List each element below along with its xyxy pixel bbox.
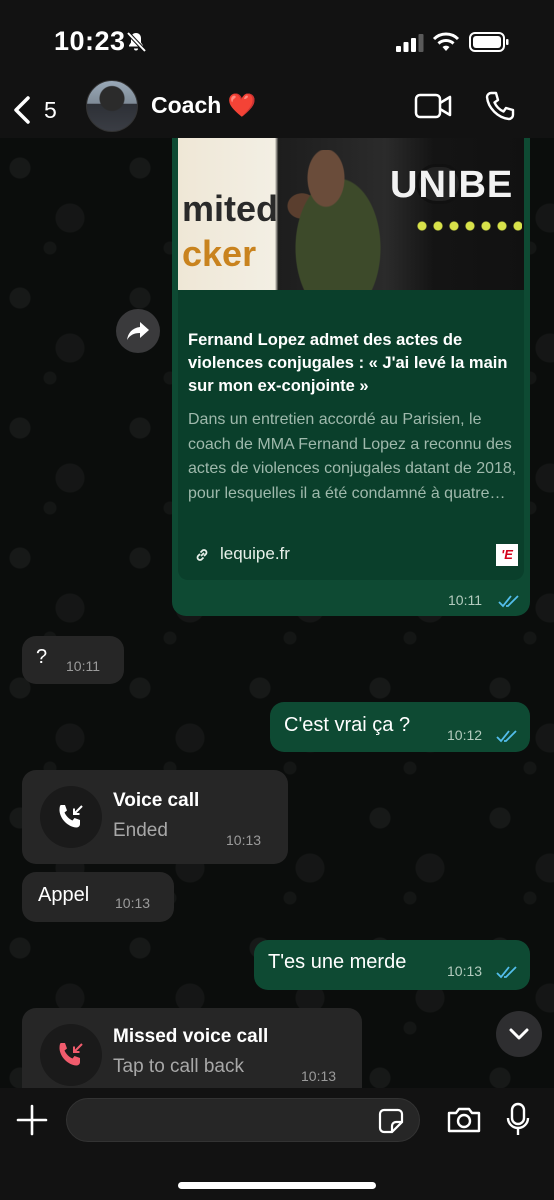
incoming-message[interactable]: ? 10:11 — [22, 636, 124, 684]
message-time: 10:11 — [66, 658, 100, 674]
image-text: mited — [182, 188, 279, 229]
battery-icon — [469, 32, 509, 52]
status-time: 10:23 — [54, 26, 126, 56]
forward-button[interactable] — [116, 309, 160, 353]
read-receipt-icon — [496, 966, 517, 979]
plus-icon[interactable] — [14, 1102, 50, 1138]
incoming-message[interactable]: Appel 10:13 — [22, 872, 174, 922]
message-time: 10:13 — [301, 1068, 337, 1084]
message-input[interactable] — [66, 1098, 420, 1142]
link-domain-row[interactable]: lequipe.fr 'E — [190, 544, 520, 568]
phone-icon[interactable] — [484, 90, 516, 122]
link-icon — [196, 549, 208, 561]
message-text: Appel — [38, 884, 90, 906]
message-time: 10:12 — [447, 727, 483, 743]
message-text: C'est vrai ça ? — [284, 714, 411, 736]
unread-count: 5 — [44, 96, 57, 123]
outgoing-link-message[interactable]: mited cker UNIBE Fernand Lopez admet des… — [172, 138, 530, 616]
image-dots-decoration — [414, 220, 522, 232]
scroll-to-bottom-button[interactable] — [496, 1011, 542, 1057]
message-text: ? — [36, 646, 48, 668]
home-indicator — [178, 1182, 376, 1189]
voice-call-message[interactable]: Voice call Ended 10:13 — [22, 770, 288, 864]
read-receipt-icon — [498, 595, 519, 608]
outgoing-message[interactable]: T'es une merde 10:13 — [254, 940, 530, 990]
cellular-signal-icon — [396, 34, 424, 52]
call-status: Ended — [113, 820, 168, 841]
bell-slash-icon — [126, 31, 147, 53]
read-receipt-icon — [496, 730, 517, 743]
call-back-hint: Tap to call back — [113, 1056, 244, 1077]
link-preview-image: mited cker UNIBE — [178, 138, 524, 290]
avatar[interactable] — [86, 80, 138, 132]
chat-header: 5 Coach ❤️ — [0, 80, 554, 138]
share-arrow-icon — [127, 322, 149, 340]
message-text: T'es une merde — [268, 951, 407, 973]
fighter-figure — [278, 150, 398, 290]
video-call-icon[interactable] — [414, 92, 452, 120]
wifi-icon — [432, 32, 460, 51]
site-logo: 'E — [496, 544, 518, 566]
link-title: Fernand Lopez admet des actes de violenc… — [188, 331, 508, 395]
call-title: Missed voice call — [113, 1026, 269, 1047]
message-time: 10:13 — [115, 895, 151, 911]
microphone-icon[interactable] — [505, 1102, 531, 1138]
back-chevron-icon — [14, 96, 30, 124]
message-time: 10:11 — [448, 592, 482, 608]
image-text: cker — [182, 233, 257, 274]
chevron-down-icon — [509, 1028, 529, 1040]
back-button[interactable]: 5 — [10, 90, 64, 130]
missed-call-message[interactable]: Missed voice call Tap to call back 10:13 — [22, 1008, 362, 1088]
image-text: UNIBE — [390, 164, 514, 206]
missed-call-icon — [59, 1043, 83, 1066]
incoming-call-icon — [59, 805, 83, 828]
message-time: 10:13 — [447, 963, 483, 979]
call-title: Voice call — [113, 790, 200, 811]
composer-bar — [0, 1088, 554, 1200]
link-domain: lequipe.fr — [220, 544, 290, 563]
contact-name[interactable]: Coach ❤️ — [151, 92, 256, 119]
sticker-icon[interactable] — [378, 1108, 404, 1134]
link-preview-card[interactable]: mited cker UNIBE Fernand Lopez admet des… — [178, 138, 524, 580]
status-bar: 10:23 — [0, 0, 554, 80]
call-icon-circle — [40, 786, 102, 848]
call-icon-circle — [40, 1024, 102, 1086]
link-description: Dans un entretien accordé au Parisien, l… — [188, 411, 517, 502]
message-time: 10:13 — [226, 832, 262, 848]
camera-icon[interactable] — [446, 1106, 482, 1134]
outgoing-message[interactable]: C'est vrai ça ? 10:12 — [270, 702, 530, 752]
